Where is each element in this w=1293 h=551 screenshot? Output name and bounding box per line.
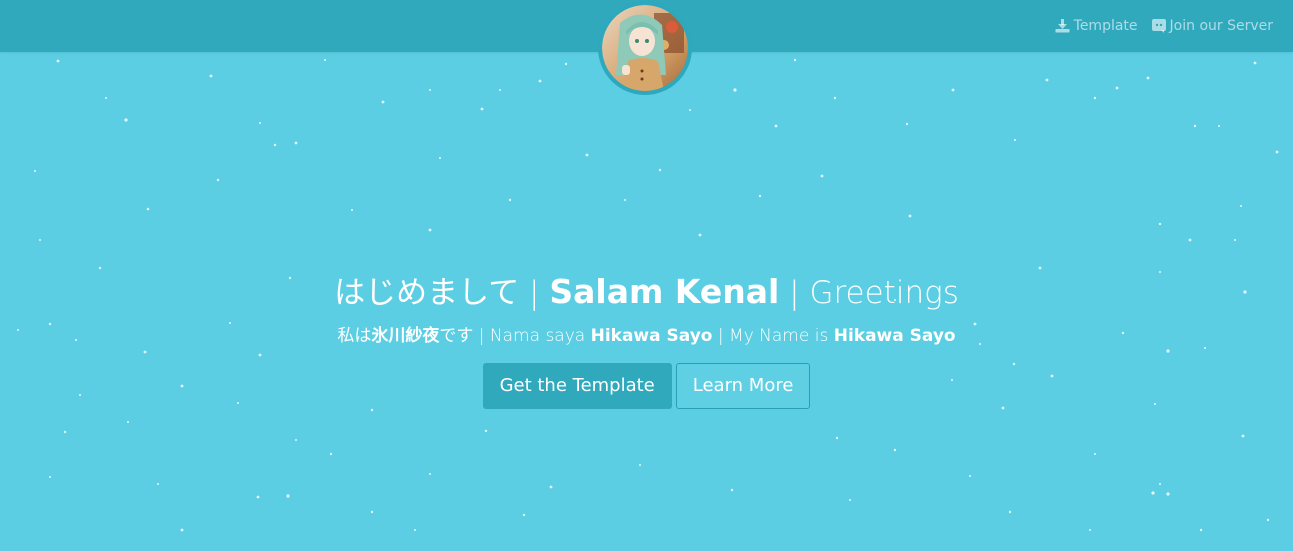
nav-template-link[interactable]: Template [1055, 18, 1138, 34]
learn-more-button[interactable]: Learn More [675, 363, 811, 409]
avatar-frame [598, 1, 692, 95]
nav-join-server-link[interactable]: Join our Server [1151, 18, 1273, 34]
get-template-button[interactable]: Get the Template [482, 363, 672, 409]
hero-title-separator: | [519, 275, 550, 311]
nav-links: Template Join our Server [1055, 0, 1273, 52]
subtitle-en-name: Hikawa Sayo [833, 326, 956, 346]
hero-title-japanese: はじめまして [334, 275, 520, 311]
subtitle-separator: | [473, 326, 490, 346]
subtitle-separator: | [712, 326, 730, 346]
discord-icon [1151, 19, 1166, 33]
hero-title-separator: | [779, 275, 810, 311]
subtitle-ja-suffix: です [439, 326, 474, 346]
hero-title-indonesian: Salam Kenal [549, 272, 780, 311]
hero-subtitle: 私は氷川紗夜です | Nama saya Hikawa Sayo | My Na… [0, 323, 1293, 349]
landing-page: Template Join our Server はじめまして | Salam … [0, 0, 1293, 551]
hero-title: はじめまして | Salam Kenal | Greetings [0, 268, 1293, 317]
subtitle-ja-name: 氷川紗夜 [371, 326, 440, 346]
subtitle-id-prefix: Nama saya [489, 326, 591, 346]
nav-template-label: Template [1073, 18, 1138, 34]
download-icon [1055, 19, 1070, 33]
profile-avatar-image [602, 5, 688, 91]
subtitle-en-prefix: My Name is [729, 326, 834, 346]
nav-join-server-label: Join our Server [1169, 18, 1273, 34]
subtitle-id-name: Hikawa Sayo [590, 326, 713, 346]
hero-section: はじめまして | Salam Kenal | Greetings 私は氷川紗夜で… [0, 268, 1293, 409]
hero-buttons: Get the Template Learn More [0, 363, 1293, 409]
hero-title-english: Greetings [809, 275, 959, 311]
subtitle-ja-prefix: 私は [337, 326, 372, 346]
